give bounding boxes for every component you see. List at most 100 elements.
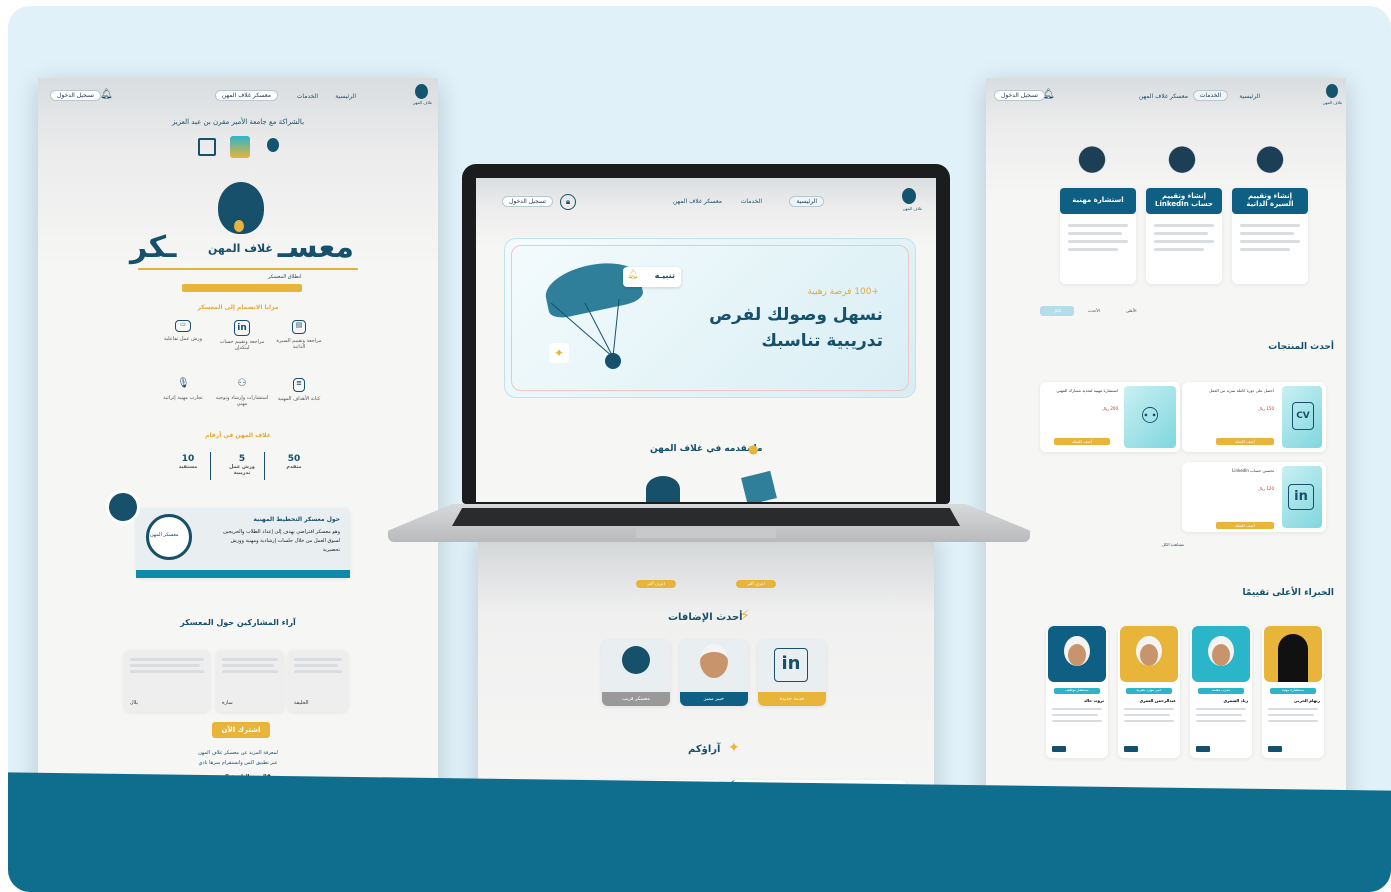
nav-home[interactable]: الرئيسية bbox=[789, 196, 824, 207]
nav-camp[interactable]: معسكر غلاف المهن bbox=[1139, 93, 1188, 100]
footer-line-1: لمعرفة المزيد عن معسكر غلاف المهن bbox=[198, 750, 278, 756]
subscribe-button[interactable]: اشترك الآن bbox=[212, 722, 270, 738]
filter-tab-active[interactable]: الكل bbox=[1040, 306, 1074, 316]
nav-camp[interactable]: معسكر غلاف المهن bbox=[673, 198, 722, 205]
product-card[interactable]: CV احصل على دورة كاملة بمزيد من العمل 15… bbox=[1182, 382, 1326, 452]
social-icon[interactable] bbox=[1268, 746, 1282, 752]
about-card: حول معسكر التخطيط المهنية وهو معسكر افتر… bbox=[136, 508, 350, 578]
service-logo bbox=[646, 476, 680, 502]
latest-card[interactable]: خبير مميز bbox=[680, 640, 748, 706]
add-to-cart-button[interactable]: أضف للسلة bbox=[1216, 522, 1274, 529]
service-illustration bbox=[1066, 126, 1118, 182]
service-illustration bbox=[1244, 126, 1296, 182]
partner-logo-1 bbox=[198, 138, 216, 156]
hero-banner: +100 فرصة رهيبة نسهل وصولك لفرص تدريبية … bbox=[504, 238, 916, 398]
expert-photo bbox=[1192, 626, 1250, 682]
hero-tag: +100 فرصة رهيبة bbox=[807, 287, 879, 297]
feature-workshop: ▭ ورش عمل تفاعلية bbox=[163, 320, 203, 342]
view-all-link[interactable]: مشاهدة الكل bbox=[1162, 542, 1184, 547]
product-card[interactable]: in تحسين حساب LinkedIn 120 ريال أضف للسل… bbox=[1182, 462, 1326, 532]
bell-icon[interactable]: 🔔︎ bbox=[100, 89, 113, 100]
social-icon[interactable] bbox=[1196, 746, 1210, 752]
expert-card[interactable]: مدرب معتمد زياد الشمري bbox=[1190, 626, 1252, 758]
testimonial-card: بلال bbox=[124, 650, 210, 712]
nav-services[interactable]: الخدمات bbox=[741, 198, 762, 205]
filter-tab[interactable]: الأحدث bbox=[1088, 308, 1100, 313]
service-card-linkedin[interactable]: إنشاء وتقييم حساب LinkedIn bbox=[1146, 188, 1222, 284]
service-card-consult[interactable]: استشارة مهنية bbox=[1060, 188, 1136, 284]
expert-photo bbox=[1048, 626, 1106, 682]
offer-button[interactable]: اعرف أكثر bbox=[736, 580, 776, 588]
feature-experience: 🎙︎ تجارب مهنية إثرائية bbox=[163, 378, 203, 401]
linkedin-icon: in bbox=[234, 320, 250, 336]
play-logo-badge bbox=[106, 490, 140, 524]
goals-icon: ≡ bbox=[293, 378, 305, 392]
products-title: أحدث المنتجات bbox=[1268, 342, 1334, 352]
cart-icon[interactable]: 🔒︎ bbox=[560, 194, 576, 210]
login-button[interactable]: تسجيل الدخول bbox=[994, 90, 1045, 101]
service-logo bbox=[741, 470, 777, 502]
hero-title-2: تدريبية تناسبك bbox=[761, 331, 883, 351]
nav-home[interactable]: الرئيسية bbox=[335, 93, 356, 100]
hero-brand: غلاف المهن bbox=[208, 242, 273, 255]
laptop-screen: غلاف المهن الرئيسية الخدمات معسكر غلاف ا… bbox=[476, 178, 936, 502]
filter-tab[interactable]: الأعلى bbox=[1126, 308, 1136, 313]
service-card-cv[interactable]: إنشاء وتقييم السيرة الذاتية bbox=[1232, 188, 1308, 284]
feature-cv: ▤ مراجعة وتقييم السيرة الذاتية bbox=[276, 320, 322, 350]
brand-logo[interactable] bbox=[415, 84, 428, 99]
login-button[interactable]: تسجيل الدخول bbox=[50, 90, 101, 101]
laptop-nav: غلاف المهن الرئيسية الخدمات معسكر غلاف ا… bbox=[476, 178, 936, 218]
expert-card[interactable]: خبير موارد بشرية عبدالرحمن العمري bbox=[1118, 626, 1180, 758]
stat-divider bbox=[264, 452, 265, 480]
brand-logo[interactable] bbox=[902, 188, 916, 204]
social-icon[interactable] bbox=[1124, 746, 1138, 752]
about-title: حول معسكر التخطيط المهنية bbox=[253, 516, 340, 523]
linkedin-icon: in bbox=[774, 648, 808, 682]
expert-card[interactable]: مستشارة مهنية ريهام الحربي bbox=[1262, 626, 1324, 758]
social-icon[interactable] bbox=[1052, 746, 1066, 752]
stamp-text: معسكر المهن bbox=[150, 532, 179, 538]
add-to-cart-button[interactable]: أضف للسلة bbox=[1216, 438, 1274, 445]
brand-name: غلاف المهن bbox=[412, 100, 432, 105]
sparkle-icon: ✦ bbox=[728, 740, 740, 756]
cv-icon: CV bbox=[1282, 386, 1322, 448]
latest-card[interactable]: in خدمة جديدة bbox=[758, 640, 826, 706]
stat-2: 5 ورش عمل تدريبية bbox=[229, 454, 255, 476]
cv-icon: ▤ bbox=[292, 320, 306, 334]
opinions-title: آراؤكم bbox=[688, 744, 721, 755]
offer-button[interactable]: اعرف أكثر bbox=[636, 580, 676, 588]
nav-camp[interactable]: معسكر غلاف المهن bbox=[214, 90, 278, 101]
login-button[interactable]: تسجيل الدخول bbox=[502, 196, 553, 207]
laptop-trackpad bbox=[636, 528, 776, 538]
experts-title: الخبراء الأعلى تقييمًا bbox=[1242, 588, 1334, 598]
brand-logo[interactable] bbox=[1326, 84, 1338, 98]
mentoring-icon: ⚇ bbox=[237, 378, 247, 389]
brand-name: غلاف المهن bbox=[902, 206, 922, 211]
stat-divider bbox=[210, 452, 211, 480]
feature-linkedin: in مراجعة وتقييم حساب لينكدإن bbox=[214, 320, 270, 351]
feature-goals: ≡ كتابة الأهداف المهنية bbox=[277, 378, 321, 402]
right-nav: غلاف المهن الرئيسية الخدمات معسكر غلاف ا… bbox=[986, 78, 1346, 112]
about-text: وهو معسكر افتراضي يهدف إلى إعداد الطلاب … bbox=[223, 529, 340, 553]
right-page-screenshot: غلاف المهن الرئيسية الخدمات معسكر غلاف ا… bbox=[986, 78, 1346, 808]
workshop-icon: ▭ bbox=[175, 320, 191, 332]
partner-logo-3 bbox=[267, 138, 279, 152]
consult-icon: ⚇ bbox=[1124, 386, 1176, 448]
sparkle-icon: ✦ bbox=[549, 343, 569, 363]
partnership-text: بالشراكة مع جامعة الأمير مقرن بن عبد الع… bbox=[171, 118, 305, 126]
add-to-cart-button[interactable]: أضف للسلة bbox=[1054, 438, 1110, 445]
nav-home[interactable]: الرئيسية bbox=[1239, 93, 1260, 100]
expert-card[interactable]: مستشار توظيف ثروت خالد bbox=[1046, 626, 1108, 758]
latest-card[interactable]: معسكر قريب bbox=[602, 640, 670, 706]
nav-services[interactable]: الخدمات bbox=[297, 93, 318, 100]
flame-icon: ● bbox=[748, 442, 759, 456]
footer-line-2: عبر تطبيق اكس وانستقرام سرها نادي bbox=[198, 760, 278, 766]
hero-title-left: ـكر bbox=[130, 230, 177, 265]
expert-photo bbox=[1264, 626, 1322, 682]
nav-services[interactable]: الخدمات bbox=[1192, 90, 1228, 101]
feature-mentoring: ⚇ استشارات وإرشاد وتوجيه مهني bbox=[215, 378, 269, 407]
product-card[interactable]: ⚇ استشارة مهنية لتحديد مسارك المهني 200 … bbox=[1040, 382, 1180, 452]
brand-name: غلاف المهن bbox=[1322, 100, 1342, 105]
benefits-title: مزايا الانضمام إلى المعسكر bbox=[197, 304, 279, 311]
hero-balloon-flame bbox=[234, 220, 244, 232]
